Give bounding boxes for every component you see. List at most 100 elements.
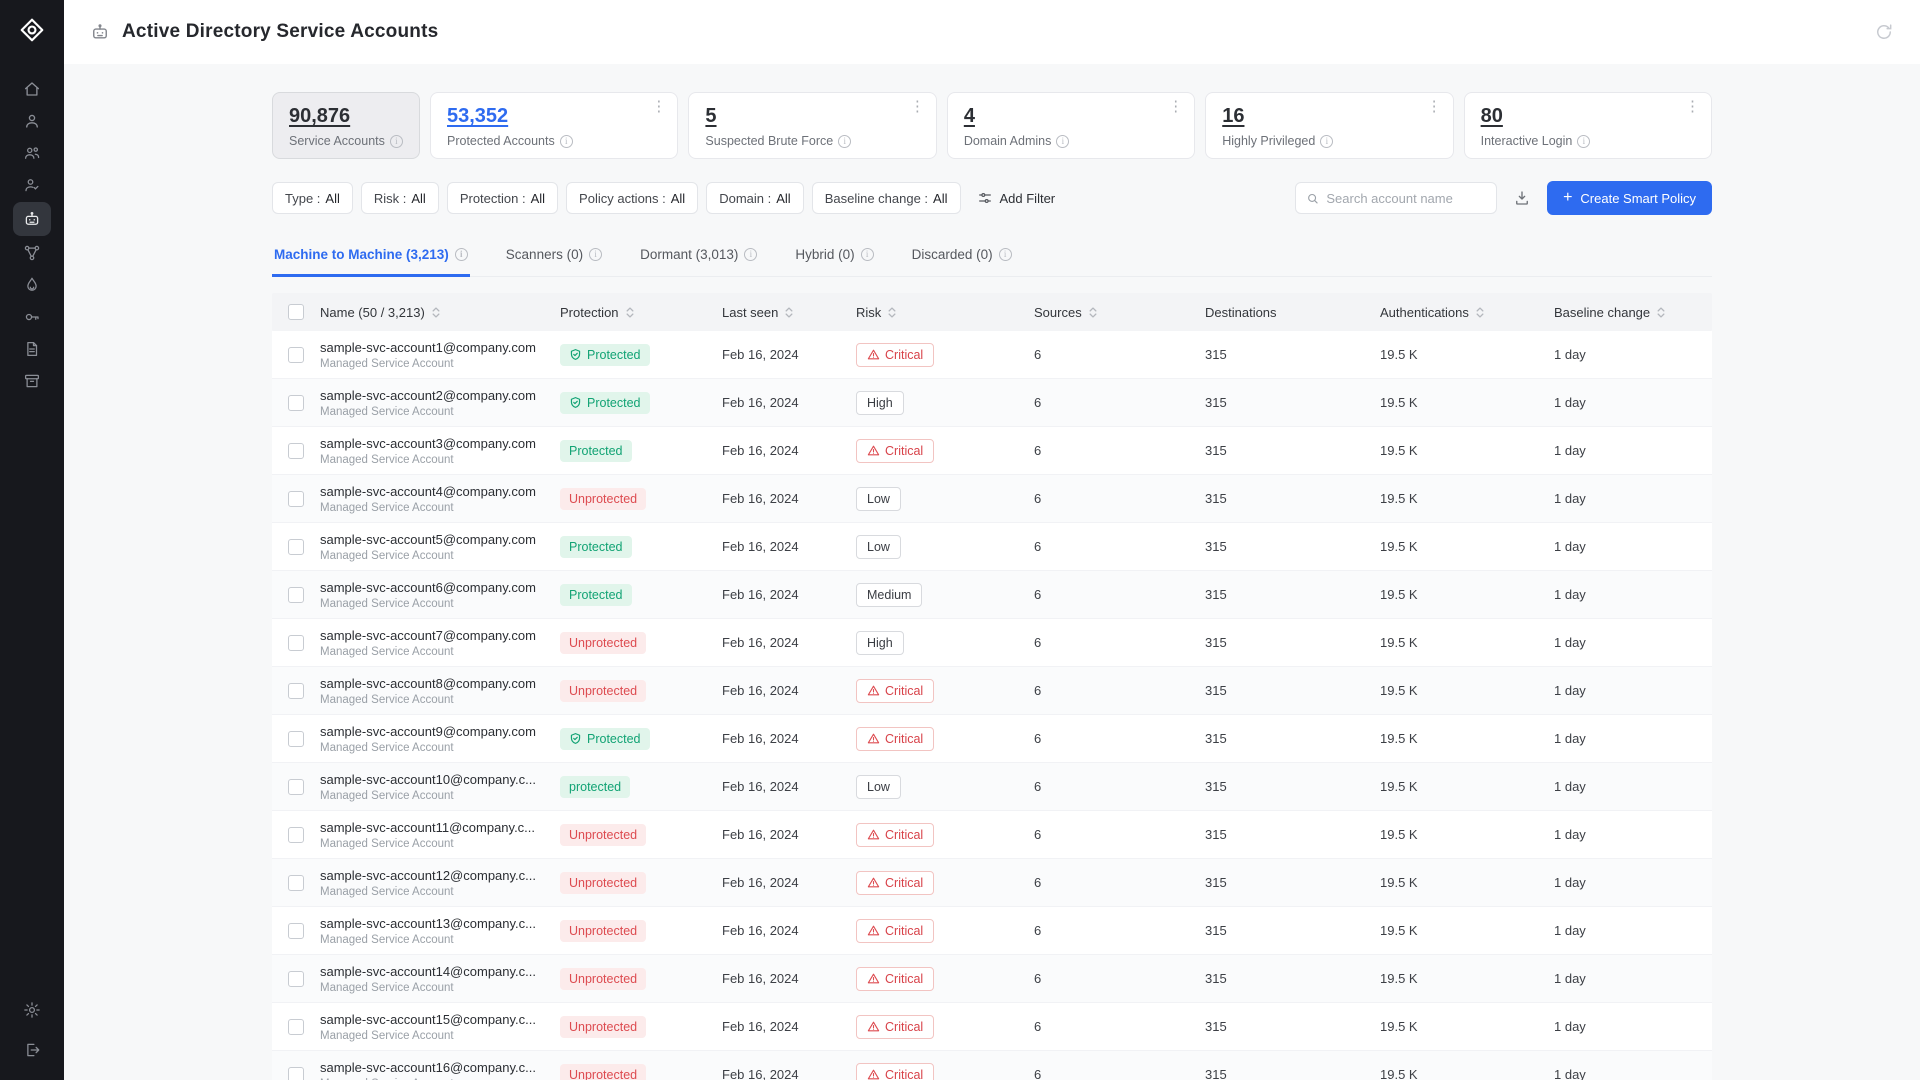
info-icon[interactable] xyxy=(560,135,573,148)
kebab-menu-icon[interactable]: ⋮ xyxy=(1168,99,1183,114)
stat-card[interactable]: ⋮ 5 Suspected Brute Force xyxy=(688,92,936,159)
nav-identity-providers[interactable] xyxy=(13,138,51,168)
table-row[interactable]: sample-svc-account6@company.com Managed … xyxy=(272,571,1712,619)
add-filter-button[interactable]: Add Filter xyxy=(977,190,1056,206)
row-checkbox[interactable] xyxy=(288,827,304,843)
stat-card[interactable]: ⋮ 90,876 Service Accounts xyxy=(272,92,420,159)
account-name[interactable]: sample-svc-account5@company.com xyxy=(320,532,540,547)
export-download-icon[interactable] xyxy=(1513,189,1531,207)
row-checkbox[interactable] xyxy=(288,683,304,699)
table-row[interactable]: sample-svc-account13@company.c... Manage… xyxy=(272,907,1712,955)
table-row[interactable]: sample-svc-account2@company.com Managed … xyxy=(272,379,1712,427)
sort-icon[interactable] xyxy=(1088,306,1098,319)
info-icon[interactable] xyxy=(999,248,1012,261)
row-checkbox[interactable] xyxy=(288,587,304,603)
info-icon[interactable] xyxy=(455,248,468,261)
info-icon[interactable] xyxy=(589,248,602,261)
stat-value[interactable]: 90,876 xyxy=(289,105,350,128)
row-checkbox[interactable] xyxy=(288,731,304,747)
stat-card[interactable]: ⋮ 4 Domain Admins xyxy=(947,92,1195,159)
account-name[interactable]: sample-svc-account4@company.com xyxy=(320,484,540,499)
tab[interactable]: Hybrid (0) xyxy=(793,237,875,277)
info-icon[interactable] xyxy=(744,248,757,261)
filter-chip[interactable]: Protection : All xyxy=(447,182,558,214)
tab[interactable]: Discarded (0) xyxy=(910,237,1014,277)
row-checkbox[interactable] xyxy=(288,347,304,363)
nav-inventory[interactable] xyxy=(13,366,51,396)
nav-service-accounts[interactable] xyxy=(13,202,51,236)
stat-value[interactable]: 4 xyxy=(964,105,975,128)
filter-chip[interactable]: Domain : All xyxy=(706,182,803,214)
table-row[interactable]: sample-svc-account12@company.c... Manage… xyxy=(272,859,1712,907)
sort-icon[interactable] xyxy=(1656,306,1666,319)
sort-icon[interactable] xyxy=(887,306,897,319)
nav-logout[interactable] xyxy=(13,1036,51,1064)
nav-user-access[interactable] xyxy=(13,170,51,200)
stat-value[interactable]: 53,352 xyxy=(447,105,508,128)
nav-policies[interactable] xyxy=(13,238,51,268)
create-smart-policy-button[interactable]: + Create Smart Policy xyxy=(1547,181,1712,215)
row-checkbox[interactable] xyxy=(288,443,304,459)
filter-chip[interactable]: Policy actions : All xyxy=(566,182,698,214)
row-checkbox[interactable] xyxy=(288,539,304,555)
row-checkbox[interactable] xyxy=(288,491,304,507)
stat-value[interactable]: 16 xyxy=(1222,105,1244,128)
table-row[interactable]: sample-svc-account8@company.com Managed … xyxy=(272,667,1712,715)
account-name[interactable]: sample-svc-account7@company.com xyxy=(320,628,540,643)
info-icon[interactable] xyxy=(1056,135,1069,148)
table-row[interactable]: sample-svc-account4@company.com Managed … xyxy=(272,475,1712,523)
tab[interactable]: Dormant (3,013) xyxy=(638,237,759,277)
filter-chip[interactable]: Risk : All xyxy=(361,182,439,214)
info-icon[interactable] xyxy=(390,135,403,148)
column-header[interactable]: Baseline change xyxy=(1554,305,1712,320)
row-checkbox[interactable] xyxy=(288,395,304,411)
row-checkbox[interactable] xyxy=(288,971,304,987)
table-row[interactable]: sample-svc-account3@company.com Managed … xyxy=(272,427,1712,475)
table-row[interactable]: sample-svc-account15@company.c... Manage… xyxy=(272,1003,1712,1051)
column-header[interactable]: Risk xyxy=(856,305,1034,320)
column-header[interactable]: Destinations xyxy=(1205,305,1380,320)
table-row[interactable]: sample-svc-account16@company.c... Manage… xyxy=(272,1051,1712,1080)
account-name[interactable]: sample-svc-account1@company.com xyxy=(320,340,540,355)
sort-icon[interactable] xyxy=(431,306,441,319)
account-name[interactable]: sample-svc-account10@company.c... xyxy=(320,772,540,787)
kebab-menu-icon[interactable]: ⋮ xyxy=(1427,99,1442,114)
search-input[interactable] xyxy=(1326,191,1486,206)
table-row[interactable]: sample-svc-account9@company.com Managed … xyxy=(272,715,1712,763)
account-name[interactable]: sample-svc-account2@company.com xyxy=(320,388,540,403)
info-icon[interactable] xyxy=(1577,135,1590,148)
row-checkbox[interactable] xyxy=(288,779,304,795)
column-header[interactable]: Authentications xyxy=(1380,305,1554,320)
stat-card[interactable]: ⋮ 53,352 Protected Accounts xyxy=(430,92,678,159)
app-logo[interactable] xyxy=(16,14,48,46)
column-header[interactable]: Name (50 / 3,213) xyxy=(320,305,560,320)
kebab-menu-icon[interactable]: ⋮ xyxy=(1685,99,1700,114)
row-checkbox[interactable] xyxy=(288,1019,304,1035)
row-checkbox[interactable] xyxy=(288,875,304,891)
sort-icon[interactable] xyxy=(625,306,635,319)
account-name[interactable]: sample-svc-account8@company.com xyxy=(320,676,540,691)
nav-settings[interactable] xyxy=(13,996,51,1024)
refresh-icon[interactable] xyxy=(1874,22,1894,42)
account-name[interactable]: sample-svc-account6@company.com xyxy=(320,580,540,595)
account-name[interactable]: sample-svc-account16@company.c... xyxy=(320,1060,540,1075)
table-row[interactable]: sample-svc-account1@company.com Managed … xyxy=(272,331,1712,379)
info-icon[interactable] xyxy=(1320,135,1333,148)
column-header[interactable]: Last seen xyxy=(722,305,856,320)
row-checkbox[interactable] xyxy=(288,635,304,651)
account-name[interactable]: sample-svc-account3@company.com xyxy=(320,436,540,451)
nav-logs[interactable] xyxy=(13,334,51,364)
table-row[interactable]: sample-svc-account7@company.com Managed … xyxy=(272,619,1712,667)
stat-value[interactable]: 5 xyxy=(705,105,716,128)
table-row[interactable]: sample-svc-account10@company.c... Manage… xyxy=(272,763,1712,811)
table-row[interactable]: sample-svc-account5@company.com Managed … xyxy=(272,523,1712,571)
nav-access-keys[interactable] xyxy=(13,302,51,332)
tab[interactable]: Machine to Machine (3,213) xyxy=(272,237,470,277)
filter-chip[interactable]: Type : All xyxy=(272,182,353,214)
filter-chip[interactable]: Baseline change : All xyxy=(812,182,961,214)
account-name[interactable]: sample-svc-account9@company.com xyxy=(320,724,540,739)
column-header[interactable]: Protection xyxy=(560,305,722,320)
column-header[interactable]: Sources xyxy=(1034,305,1205,320)
table-row[interactable]: sample-svc-account11@company.c... Manage… xyxy=(272,811,1712,859)
table-row[interactable]: sample-svc-account14@company.c... Manage… xyxy=(272,955,1712,1003)
